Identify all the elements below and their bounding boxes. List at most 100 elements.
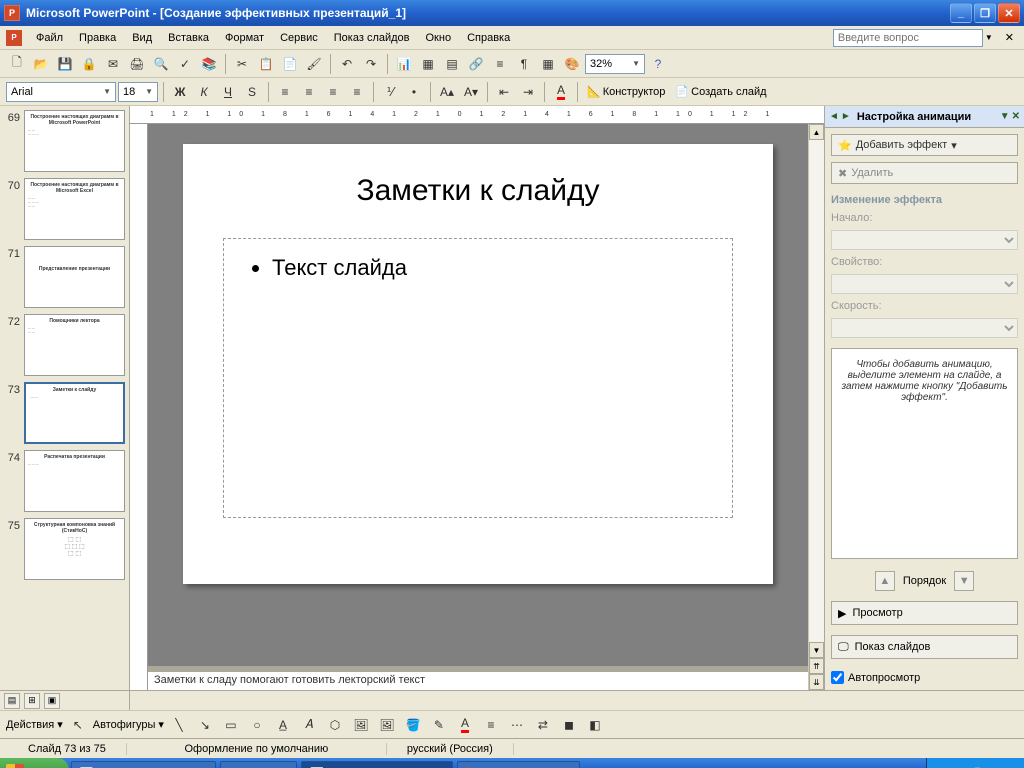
show-formatting-icon[interactable]: ¶	[513, 53, 535, 75]
fontsize-combo[interactable]: 18▼	[118, 82, 158, 102]
menu-window[interactable]: Окно	[418, 30, 460, 46]
decrease-indent-icon[interactable]: ⇤	[493, 81, 515, 103]
open-icon[interactable]: 📂	[30, 53, 52, 75]
normal-view-icon[interactable]: ▤	[4, 693, 20, 709]
font-color-draw-icon[interactable]: A	[454, 714, 476, 736]
slideshow-button[interactable]: 🖵 Показ слайдов	[831, 635, 1018, 659]
preview-icon[interactable]: 🔍	[150, 53, 172, 75]
help-dropdown-icon[interactable]: ▼	[983, 33, 995, 42]
format-painter-icon[interactable]: 🖌	[303, 53, 325, 75]
taskbar-button[interactable]: 📊 Эффективные през...	[71, 761, 216, 768]
3d-style-icon[interactable]: ◧	[584, 714, 606, 736]
shadow-style-icon[interactable]: ◼	[558, 714, 580, 736]
taskbar-button[interactable]: 📁 декабрь	[220, 761, 298, 768]
align-right-icon[interactable]: ≡	[322, 81, 344, 103]
help-search-input[interactable]	[833, 29, 983, 47]
taskbar-button-active[interactable]: 📊 Microsoft PowerPoint ...	[301, 761, 453, 768]
decrease-font-icon[interactable]: A▾	[460, 81, 482, 103]
undo-icon[interactable]: ↶	[336, 53, 358, 75]
line-color-icon[interactable]: ✎	[428, 714, 450, 736]
menu-insert[interactable]: Вставка	[160, 30, 217, 46]
insert-hyperlink-icon[interactable]: 🔗	[465, 53, 487, 75]
close-button[interactable]: ✕	[998, 3, 1020, 23]
line-icon[interactable]: ╲	[168, 714, 190, 736]
autoshapes-menu[interactable]: Автофигуры ▾	[93, 718, 164, 731]
distributed-icon[interactable]: ≡	[346, 81, 368, 103]
cut-icon[interactable]: ✂	[231, 53, 253, 75]
menu-slideshow[interactable]: Показ слайдов	[326, 30, 418, 46]
permission-icon[interactable]: 🔒	[78, 53, 100, 75]
zoom-combo[interactable]: 32%▼	[585, 54, 645, 74]
bold-icon[interactable]: Ж	[169, 81, 191, 103]
slide-thumb[interactable]: Помощники лектора— —— —	[24, 314, 125, 376]
sorter-view-icon[interactable]: ⊞	[24, 693, 40, 709]
slide-title[interactable]: Заметки к слайду	[223, 174, 733, 208]
speed-select[interactable]	[831, 318, 1018, 338]
taskpane-back-icon[interactable]: ◄	[829, 111, 839, 122]
align-center-icon[interactable]: ≡	[298, 81, 320, 103]
increase-indent-icon[interactable]: ⇥	[517, 81, 539, 103]
select-icon[interactable]: ↖	[67, 714, 89, 736]
show-grid-icon[interactable]: ▦	[537, 53, 559, 75]
new-slide-button[interactable]: 📄 Создать слайд	[671, 81, 770, 103]
help-icon[interactable]: ?	[647, 53, 669, 75]
vertical-scrollbar[interactable]: ▲ ▼ ⇈ ⇊	[808, 124, 824, 690]
shadow-icon[interactable]: S	[241, 81, 263, 103]
bullets-icon[interactable]: •	[403, 81, 425, 103]
color-icon[interactable]: 🎨	[561, 53, 583, 75]
slide-thumb[interactable]: Распечатка презентации— — —	[24, 450, 125, 512]
menu-tools[interactable]: Сервис	[272, 30, 326, 46]
autopreview-input[interactable]	[831, 671, 844, 684]
insert-chart-icon[interactable]: 📊	[393, 53, 415, 75]
slideshow-view-icon[interactable]: ▣	[44, 693, 60, 709]
slide-design-button[interactable]: 📐 Конструктор	[583, 81, 669, 103]
research-icon[interactable]: 📚	[198, 53, 220, 75]
delete-effect-button[interactable]: ✖ Удалить	[831, 162, 1018, 184]
preview-button[interactable]: ▶ Просмотр	[831, 601, 1018, 625]
move-up-icon[interactable]: ▲	[875, 571, 895, 591]
minimize-button[interactable]: _	[950, 3, 972, 23]
rectangle-icon[interactable]: ▭	[220, 714, 242, 736]
maximize-button[interactable]: ❐	[974, 3, 996, 23]
slide-body-placeholder[interactable]: Текст слайда	[223, 238, 733, 518]
italic-icon[interactable]: К	[193, 81, 215, 103]
insert-table-icon[interactable]: ▦	[417, 53, 439, 75]
dash-style-icon[interactable]: ⋯	[506, 714, 528, 736]
add-effect-button[interactable]: ⭐ Добавить эффект ▾	[831, 134, 1018, 156]
taskbar-button[interactable]: 🪶 Adobe Photoshop	[457, 761, 580, 768]
slide-bullet[interactable]: Текст слайда	[272, 255, 708, 281]
align-left-icon[interactable]: ≡	[274, 81, 296, 103]
taskpane-close-icon[interactable]: ✕	[1012, 111, 1020, 122]
status-language[interactable]: русский (Россия)	[387, 743, 514, 755]
oval-icon[interactable]: ○	[246, 714, 268, 736]
scroll-up-icon[interactable]: ▲	[809, 124, 824, 140]
draw-actions-menu[interactable]: Действия ▾	[6, 718, 63, 731]
slide[interactable]: Заметки к слайду Текст слайда	[183, 144, 773, 584]
spellcheck-icon[interactable]: ✓	[174, 53, 196, 75]
property-select[interactable]	[831, 274, 1018, 294]
diagram-icon[interactable]: ⬡	[324, 714, 346, 736]
document-close-button[interactable]: ✕	[999, 31, 1020, 44]
arrow-style-icon[interactable]: ⇄	[532, 714, 554, 736]
menu-file[interactable]: Файл	[28, 30, 71, 46]
numbering-icon[interactable]: ⅟	[379, 81, 401, 103]
expand-all-icon[interactable]: ≡	[489, 53, 511, 75]
fill-color-icon[interactable]: 🪣	[402, 714, 424, 736]
print-icon[interactable]: 🖨	[126, 53, 148, 75]
next-slide-icon[interactable]: ⇊	[809, 674, 824, 690]
slide-thumb[interactable]: Построение настоящих диаграмм в Microsof…	[24, 110, 125, 172]
redo-icon[interactable]: ↷	[360, 53, 382, 75]
paste-icon[interactable]: 📄	[279, 53, 301, 75]
move-down-icon[interactable]: ▼	[954, 571, 974, 591]
font-color-icon[interactable]: A	[550, 81, 572, 103]
slide-thumb-selected[interactable]: Заметки к слайду· — —	[24, 382, 125, 444]
font-combo[interactable]: Arial▼	[6, 82, 116, 102]
autopreview-checkbox[interactable]: Автопросмотр	[831, 671, 1018, 684]
arrow-icon[interactable]: ↘	[194, 714, 216, 736]
copy-icon[interactable]: 📋	[255, 53, 277, 75]
textbox-icon[interactable]: A̲	[272, 714, 294, 736]
start-select[interactable]	[831, 230, 1018, 250]
slide-thumb[interactable]: Представление презентации	[24, 246, 125, 308]
slide-thumb[interactable]: Построение настоящих диаграмм в Microsof…	[24, 178, 125, 240]
slide-canvas[interactable]: Заметки к слайду Текст слайда	[148, 124, 808, 666]
